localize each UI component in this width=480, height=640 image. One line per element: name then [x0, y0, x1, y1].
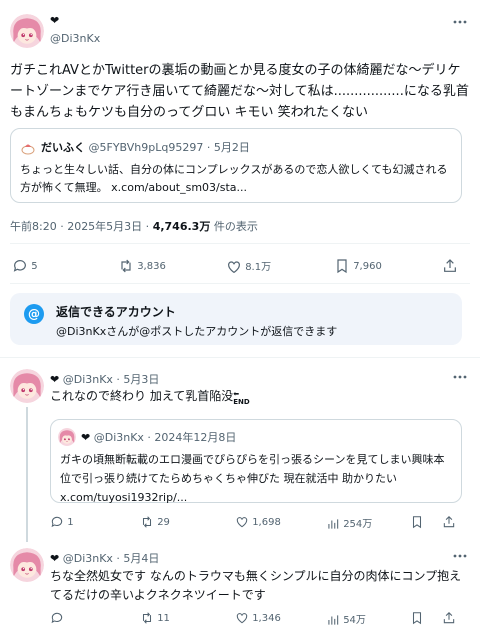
quote-display-name: ❤	[81, 431, 91, 444]
like-count: 8.1万	[245, 262, 272, 273]
tweet-text: ガチこれAVとかTwitterの裏垢の動画とか見る度女の子の体綺麗だな〜デリケー…	[10, 63, 469, 120]
reply-button[interactable]	[50, 611, 64, 625]
more-icon[interactable]	[452, 14, 468, 34]
views-button[interactable]: 254万	[326, 515, 372, 531]
view-count: 4,746.3万	[152, 220, 211, 233]
retweet-count: 3,836	[137, 261, 166, 272]
reply-button[interactable]: 1	[50, 515, 74, 529]
at-icon: @	[24, 304, 44, 324]
end-arrow-icon: ⬅ END	[233, 390, 250, 406]
bookmark-icon	[412, 516, 422, 529]
quote-display-name: だいふく	[41, 141, 85, 154]
reply-header: ❤ @Di3nKx · 5月3日	[50, 371, 159, 387]
thread-line	[26, 407, 28, 542]
display-name[interactable]: ❤	[50, 14, 59, 27]
share-button[interactable]	[442, 611, 456, 625]
share-icon	[444, 259, 456, 272]
handle-date[interactable]: @Di3nKx · 5月3日	[63, 373, 160, 386]
quote-text: ちょっと生々しい話、自分の体にコンプレックスがあるので恋人欲しくても幻滅される方…	[20, 163, 448, 194]
retweet-button[interactable]: 29	[140, 515, 170, 529]
like-button[interactable]: 1,698	[235, 515, 281, 529]
handle-date[interactable]: @Di3nKx · 5月4日	[63, 552, 160, 565]
bookmark-icon	[412, 612, 422, 625]
quote-avatar	[58, 428, 76, 446]
quote-header: だいふく @5FYBVh9pLq95297 · 5月2日	[41, 139, 250, 155]
quote-text: ガキの頃無断転載のエロ漫画でぴらぴらを引っ張るシーンを見てしまい興味本位で引っ張…	[60, 453, 445, 504]
bookmark-count: 7,960	[353, 261, 382, 272]
like-button[interactable]: 8.1万	[226, 258, 271, 275]
reply-icon	[13, 260, 26, 272]
more-icon[interactable]	[452, 548, 468, 568]
quote-handle-date: @5FYBVh9pLq95297 · 5月2日	[88, 141, 250, 154]
timestamp[interactable]: 午前8:20 · 2025年5月3日 ·	[10, 220, 153, 233]
views-suffix: 件の表示	[210, 220, 258, 233]
bookmark-button[interactable]	[410, 515, 424, 529]
reply-restriction-notice: @ 返信できるアカウント @Di3nKxさんが@ポストしたアカウントが返信できま…	[10, 293, 462, 345]
reply-header: ❤ @Di3nKx · 5月4日	[50, 550, 159, 566]
retweet-button[interactable]: 3,836	[118, 258, 166, 274]
reply-count: 5	[31, 261, 38, 272]
quoted-tweet[interactable]: ❤ @Di3nKx · 2024年12月8日 ガキの頃無断転載のエロ漫画でぴらぴ…	[50, 419, 462, 504]
views-button[interactable]: 54万	[326, 611, 366, 627]
divider	[10, 243, 470, 244]
heart-icon	[236, 613, 248, 624]
display-name[interactable]: ❤	[50, 552, 59, 565]
handle[interactable]: @Di3nKx	[50, 32, 100, 45]
retweet-button[interactable]: 11	[140, 611, 170, 625]
retweet-icon	[142, 516, 152, 528]
view-count: 54万	[343, 615, 366, 626]
avatar-image	[10, 14, 44, 48]
end-label: END	[233, 398, 250, 406]
heart-icon	[236, 517, 248, 528]
avatar-image	[10, 548, 44, 582]
reply-text: これなので終わり 加えて乳首陥没⬅ END	[50, 387, 470, 406]
display-name[interactable]: ❤	[50, 373, 59, 386]
reply-button[interactable]: 5	[12, 258, 38, 274]
action-bar: 1 29 1,698 254万	[50, 515, 462, 535]
share-button[interactable]	[442, 258, 458, 274]
share-button[interactable]	[442, 515, 456, 529]
reply-text: ちな全然処女です なんのトラウマも無くシンプルに自分の肉体にコンプ抱えてるだけの…	[50, 569, 462, 602]
reply-icon	[51, 516, 63, 528]
notice-subtitle: @Di3nKxさんが@ポストしたアカウントが返信できます	[56, 325, 338, 338]
avatar[interactable]	[10, 369, 44, 403]
heart-icon	[228, 261, 240, 274]
reply-tweet: ❤ @Di3nKx · 5月3日 これなので終わり 加えて乳首陥没⬅ END ❤ …	[0, 357, 480, 542]
retweet-count: 11	[157, 613, 170, 624]
reply-text-body: これなので終わり 加えて乳首陥没	[50, 389, 234, 403]
reply-count: 1	[67, 517, 74, 528]
bookmark-icon	[337, 259, 347, 274]
share-icon	[443, 516, 455, 528]
quote-avatar	[20, 140, 36, 156]
retweet-icon	[121, 259, 131, 273]
avatar-image	[10, 369, 44, 403]
view-count: 254万	[343, 519, 373, 530]
quote-header: ❤ @Di3nKx · 2024年12月8日	[81, 429, 236, 445]
notice-title: 返信できるアカウント	[56, 305, 176, 319]
like-button[interactable]: 1,346	[235, 611, 281, 625]
views-chart-icon	[328, 615, 339, 625]
avatar[interactable]	[10, 548, 44, 582]
action-bar: 11 1,346 54万	[50, 611, 462, 631]
tweet-meta: 午前8:20 · 2025年5月3日 · 4,746.3万 件の表示	[10, 218, 258, 234]
avatar[interactable]	[10, 14, 44, 48]
reply-icon	[51, 612, 63, 624]
views-chart-icon	[328, 519, 339, 529]
quote-handle-date: @Di3nKx · 2024年12月8日	[93, 431, 237, 444]
divider	[10, 283, 470, 284]
quoted-tweet[interactable]: だいふく @5FYBVh9pLq95297 · 5月2日 ちょっと生々しい話、自…	[10, 128, 462, 203]
retweet-icon	[142, 612, 152, 624]
share-icon	[443, 612, 455, 624]
retweet-count: 29	[157, 517, 170, 528]
like-count: 1,346	[252, 613, 281, 624]
avatar-image	[58, 428, 76, 446]
more-icon[interactable]	[452, 369, 468, 389]
like-count: 1,698	[252, 517, 281, 528]
bookmark-button[interactable]	[410, 611, 424, 625]
action-bar: 5 3,836 8.1万 7,960	[10, 252, 470, 282]
bookmark-button[interactable]: 7,960	[334, 258, 382, 274]
reply-tweet: ❤ @Di3nKx · 5月4日 ちな全然処女です なんのトラウマも無くシンプル…	[0, 542, 480, 640]
